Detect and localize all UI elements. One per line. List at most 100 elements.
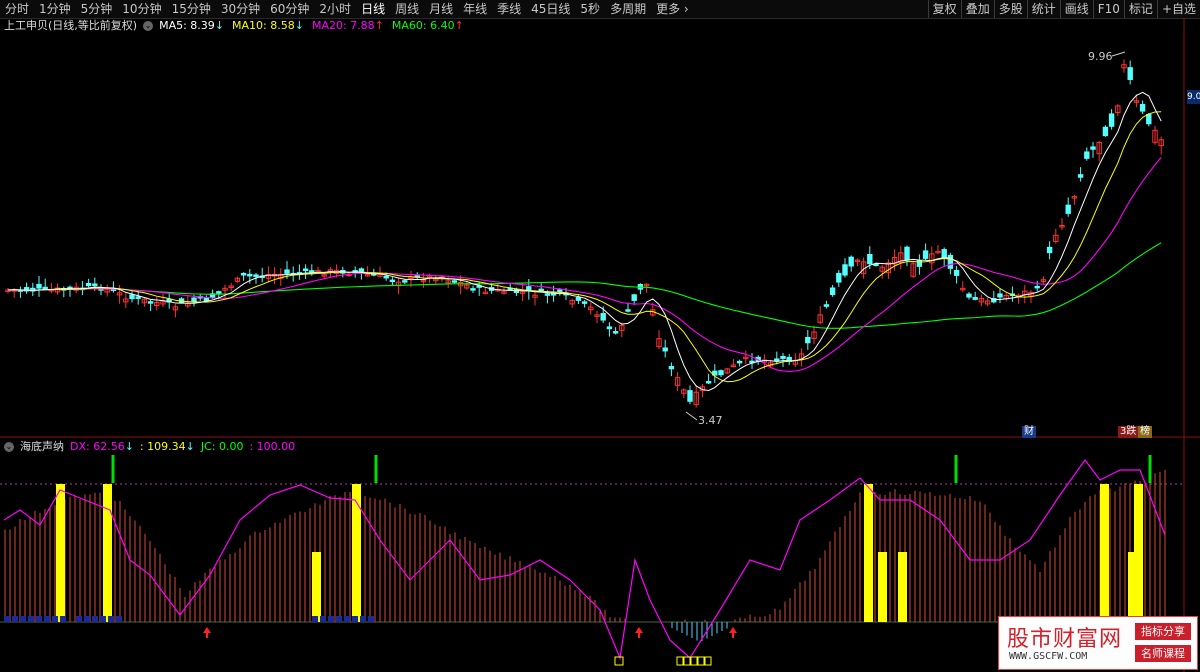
candle-body — [600, 313, 606, 321]
low-label: 3.47 — [698, 414, 723, 427]
signal-block — [352, 616, 358, 622]
candle-body — [1065, 204, 1071, 214]
watermark-tag-course: 名师课程 — [1135, 645, 1191, 662]
candle-body — [575, 297, 582, 301]
candle-body — [1084, 151, 1090, 159]
candle-body — [284, 269, 290, 274]
site-watermark: 股市财富网 WWW.GSCFW.COM 指标分享 名师课程 — [998, 616, 1198, 670]
candle-body — [1108, 113, 1115, 127]
current-price-tag: 9.0 — [1187, 90, 1200, 104]
candle-body — [42, 286, 48, 290]
signal-bar — [1134, 484, 1143, 622]
candle-body — [1102, 126, 1109, 137]
ma20-line — [7, 157, 1162, 372]
candle-body — [253, 274, 259, 277]
candle-body — [774, 358, 780, 362]
signal-spike — [111, 455, 115, 483]
signal-box — [697, 656, 705, 666]
arrow-up-icon — [635, 627, 643, 638]
signal-spike — [954, 455, 958, 483]
watermark-tag-share: 指标分享 — [1135, 623, 1191, 640]
signal-bar — [878, 552, 887, 622]
ma5-line — [7, 91, 1162, 392]
candle-body — [947, 254, 954, 269]
candle-body — [631, 294, 637, 301]
candle-body — [92, 283, 98, 286]
candle-body — [1077, 174, 1084, 178]
candle-body — [216, 291, 222, 294]
candle-body — [805, 336, 811, 344]
candle-body — [147, 301, 154, 304]
signal-block — [116, 616, 122, 622]
candle-body — [247, 273, 253, 277]
candle-body — [922, 250, 929, 259]
candle-body — [507, 287, 513, 291]
candle-body — [941, 249, 947, 259]
signal-bar — [864, 484, 873, 622]
candle-body — [606, 326, 613, 330]
candle-body — [191, 297, 197, 303]
candle-body — [867, 254, 873, 265]
signal-spike — [374, 455, 378, 483]
dx-line — [3, 458, 1166, 661]
signal-bar — [312, 552, 321, 622]
signal-block — [36, 616, 42, 622]
candle-body — [842, 264, 848, 276]
signal-bar — [898, 552, 907, 622]
candle-body — [581, 301, 588, 304]
ma10-line — [7, 111, 1162, 383]
signal-block — [92, 616, 98, 622]
signal-block — [336, 616, 342, 622]
candle-body — [736, 360, 743, 364]
candle-body — [402, 280, 408, 283]
signal-block — [328, 616, 334, 622]
candle-body — [668, 366, 675, 370]
candle-body — [383, 275, 389, 279]
signal-block — [100, 616, 106, 622]
candle-body — [612, 331, 619, 334]
arrow-up-icon — [729, 627, 737, 638]
high-marker — [1111, 51, 1126, 57]
signal-block — [312, 616, 318, 622]
candle-body — [1127, 67, 1133, 80]
signal-block — [76, 616, 82, 622]
candle-body — [823, 304, 830, 307]
candle-body — [687, 390, 693, 402]
signal-bar — [1100, 484, 1109, 622]
candle-body — [544, 293, 551, 296]
signal-bar — [56, 484, 65, 622]
signal-block — [4, 616, 10, 622]
candle-body — [302, 268, 309, 272]
candle-body — [129, 294, 135, 300]
signal-block — [320, 616, 326, 622]
candle-body — [85, 282, 92, 287]
signal-block — [12, 616, 18, 622]
candle-body — [36, 283, 42, 289]
candle-body — [1046, 246, 1053, 254]
kline-chart[interactable]: 9.96 3.47 — [0, 0, 1200, 672]
signal-block — [84, 616, 90, 622]
candle-body — [1146, 113, 1152, 125]
candle-body — [240, 272, 247, 276]
watermark-title: 股市财富网 — [1007, 627, 1123, 652]
finance-badge[interactable]: 财 — [1022, 426, 1036, 438]
candle-body — [718, 370, 724, 376]
signal-block — [60, 616, 66, 622]
signal-block — [344, 616, 350, 622]
signal-bar — [352, 484, 361, 622]
candle-body — [972, 297, 978, 300]
candle-body — [451, 280, 458, 283]
candle-body — [135, 296, 141, 299]
rank-badge[interactable]: 榜 — [1138, 426, 1152, 438]
candle-body — [538, 288, 544, 292]
signal-block — [52, 616, 58, 622]
signal-spike — [1148, 455, 1152, 483]
signal-block — [28, 616, 34, 622]
signal-box — [614, 656, 624, 666]
ma60-line — [7, 242, 1162, 329]
signal-block — [20, 616, 26, 622]
low-marker — [685, 411, 698, 421]
candle-body — [625, 309, 631, 312]
drop-badge[interactable]: 3跌 — [1118, 426, 1139, 438]
candle-body — [1090, 146, 1096, 150]
